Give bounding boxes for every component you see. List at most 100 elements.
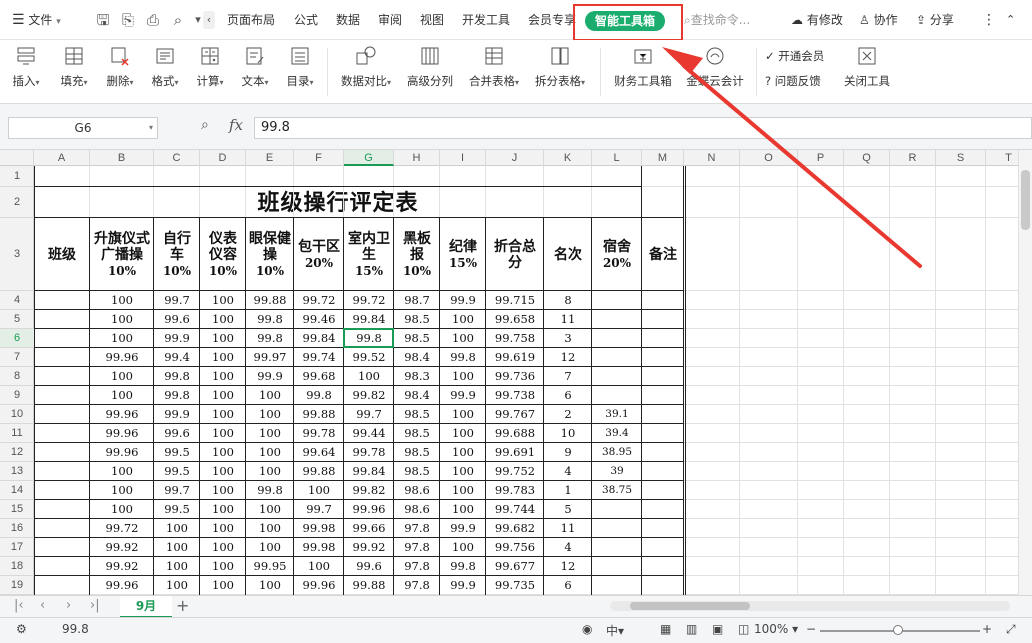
table-cell[interactable]: 99.8 (154, 386, 200, 405)
formula-input[interactable]: 99.8 (254, 117, 1032, 139)
row-header-11[interactable]: 11 (0, 424, 34, 443)
table-cell[interactable]: 99.92 (344, 538, 394, 557)
table-cell[interactable]: 9 (544, 443, 592, 462)
table-cell[interactable]: 100 (154, 557, 200, 576)
table-cell[interactable]: 98.5 (394, 310, 440, 329)
select-all-corner[interactable] (0, 150, 34, 166)
table-cell[interactable]: 99.752 (486, 462, 544, 481)
table-cell[interactable]: 99.82 (344, 481, 394, 500)
row-header-19[interactable]: 19 (0, 576, 34, 595)
feedback-button[interactable]: ? 问题反馈 (765, 71, 821, 91)
table-cell[interactable]: 100 (200, 386, 246, 405)
column-header-s[interactable]: S (936, 150, 986, 166)
column-header-f[interactable]: F (294, 150, 344, 166)
table-cell[interactable]: 99.64 (294, 443, 344, 462)
table-cell[interactable]: 100 (440, 538, 486, 557)
row-header-6[interactable]: 6 (0, 329, 34, 348)
table-cell[interactable]: 100 (90, 481, 154, 500)
table-cell[interactable]: 100 (440, 405, 486, 424)
table-cell[interactable]: 97.8 (394, 519, 440, 538)
table-cell[interactable]: 2 (544, 405, 592, 424)
table-cell[interactable]: 39.1 (592, 405, 642, 424)
table-cell[interactable]: 99.92 (90, 557, 154, 576)
header-cell[interactable]: 黑板报 10% (394, 218, 440, 291)
table-cell[interactable]: 99.98 (294, 538, 344, 557)
table-cell[interactable]: 1 (544, 481, 592, 500)
header-cell[interactable]: 室内卫生 15% (344, 218, 394, 291)
scroll-left-icon[interactable]: ‹ (203, 11, 215, 29)
table-cell[interactable]: 100 (440, 443, 486, 462)
table-cell[interactable]: 100 (200, 443, 246, 462)
header-cell[interactable]: 眼保健操 10% (246, 218, 294, 291)
table-cell[interactable]: 99.691 (486, 443, 544, 462)
fullscreen-icon[interactable]: ⤢ (1006, 622, 1016, 637)
table-cell[interactable]: 100 (246, 424, 294, 443)
table-cell[interactable]: 99.658 (486, 310, 544, 329)
zoom-search-icon[interactable]: ⌕ (201, 117, 209, 133)
table-cell[interactable]: 99.68 (294, 367, 344, 386)
table-cell[interactable]: 100 (200, 481, 246, 500)
table-cell[interactable]: 100 (246, 443, 294, 462)
close-tool-button[interactable]: 关闭工具 (840, 40, 894, 104)
prev-sheet-icon[interactable]: ‹ (40, 598, 45, 613)
column-header-p[interactable]: P (798, 150, 844, 166)
table-cell[interactable]: 99.758 (486, 329, 544, 348)
column-header-m[interactable]: M (642, 150, 684, 166)
table-cell[interactable]: 99.5 (154, 443, 200, 462)
table-cell[interactable]: 99.735 (486, 576, 544, 595)
header-cell[interactable]: 宿舍 20% (592, 218, 642, 291)
table-cell[interactable]: 100 (90, 367, 154, 386)
table-cell[interactable]: 99.736 (486, 367, 544, 386)
table-cell[interactable]: 100 (200, 519, 246, 538)
table-cell[interactable]: 99.66 (344, 519, 394, 538)
table-cell[interactable]: 100 (200, 329, 246, 348)
table-cell[interactable]: 99.9 (440, 386, 486, 405)
table-cell[interactable]: 100 (246, 462, 294, 481)
table-cell[interactable]: 100 (200, 367, 246, 386)
table-cell[interactable]: 100 (440, 310, 486, 329)
open-member-button[interactable]: ✓ 开通会员 (765, 46, 824, 66)
table-cell[interactable]: 100 (440, 329, 486, 348)
fill-button[interactable]: 填充▾ (54, 40, 94, 104)
table-cell[interactable]: 99.97 (246, 348, 294, 367)
table-cell[interactable]: 6 (544, 576, 592, 595)
table-cell[interactable]: 100 (246, 576, 294, 595)
merge-tables-button[interactable]: 合并表格▾ (464, 40, 524, 104)
table-cell[interactable]: 99.6 (154, 424, 200, 443)
table-cell[interactable]: 99.715 (486, 291, 544, 310)
table-cell[interactable]: 99.7 (154, 481, 200, 500)
table-cell[interactable]: 99.8 (294, 386, 344, 405)
table-cell[interactable]: 4 (544, 538, 592, 557)
table-cell[interactable]: 100 (90, 310, 154, 329)
table-cell[interactable]: 12 (544, 348, 592, 367)
row-header-17[interactable]: 17 (0, 538, 34, 557)
has-changes-button[interactable]: ☁ 有修改 (791, 0, 843, 40)
table-cell[interactable]: 99.756 (486, 538, 544, 557)
table-cell[interactable]: 99.9 (440, 519, 486, 538)
table-cell[interactable]: 99.9 (154, 405, 200, 424)
table-cell[interactable]: 99.84 (344, 462, 394, 481)
table-cell[interactable]: 39 (592, 462, 642, 481)
table-cell[interactable]: 99.52 (344, 348, 394, 367)
table-cell[interactable]: 99.738 (486, 386, 544, 405)
column-header-k[interactable]: K (544, 150, 592, 166)
zoom-slider-handle[interactable] (893, 625, 903, 635)
table-cell[interactable]: 99.7 (154, 291, 200, 310)
table-cell[interactable]: 99.688 (486, 424, 544, 443)
table-cell[interactable]: 100 (200, 424, 246, 443)
table-cell[interactable]: 99.619 (486, 348, 544, 367)
row-header-1[interactable]: 1 (0, 166, 34, 187)
row-header-10[interactable]: 10 (0, 405, 34, 424)
zoom-out-icon[interactable]: − (806, 622, 816, 636)
toc-button[interactable]: 目录▾ (280, 40, 320, 104)
table-cell[interactable]: 98.5 (394, 405, 440, 424)
normal-view-icon[interactable]: ▦ (660, 622, 671, 636)
column-header-i[interactable]: I (440, 150, 486, 166)
export-pdf-icon[interactable]: ⎘ (119, 11, 137, 29)
table-cell[interactable]: 99.9 (246, 367, 294, 386)
table-cell[interactable]: 6 (544, 386, 592, 405)
table-cell[interactable]: 99.8 (154, 367, 200, 386)
table-cell[interactable]: 99.78 (294, 424, 344, 443)
table-cell[interactable]: 99.88 (344, 576, 394, 595)
table-cell[interactable]: 12 (544, 557, 592, 576)
